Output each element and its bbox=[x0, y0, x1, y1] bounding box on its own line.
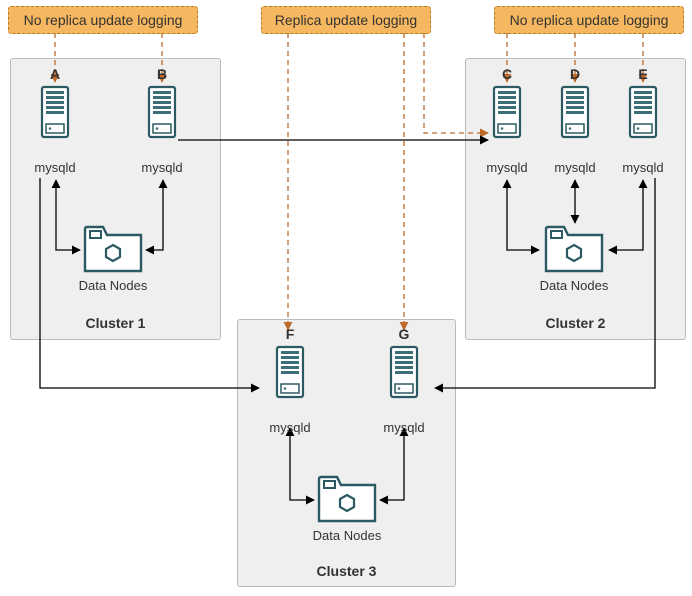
server-C-letter: C bbox=[490, 66, 524, 82]
server-D-letter: D bbox=[558, 66, 592, 82]
arrow-F-datanodes bbox=[290, 428, 314, 500]
server-G-process: mysqld bbox=[377, 420, 431, 435]
arrow-E-datanodes bbox=[609, 180, 643, 250]
server-F-process: mysqld bbox=[263, 420, 317, 435]
arrow-B-datanodes bbox=[146, 180, 163, 250]
server-D-icon bbox=[561, 86, 589, 138]
arrow-A-datanodes bbox=[56, 180, 80, 250]
server-C-process: mysqld bbox=[480, 160, 534, 175]
server-A-process: mysqld bbox=[28, 160, 82, 175]
server-D-process: mysqld bbox=[548, 160, 602, 175]
cluster-1-datanodes-icon bbox=[83, 225, 143, 273]
server-E-letter: E bbox=[626, 66, 660, 82]
server-B-icon bbox=[148, 86, 176, 138]
cluster-2-datanodes-label: Data Nodes bbox=[531, 278, 617, 293]
server-F-icon bbox=[276, 346, 304, 398]
server-G-letter: G bbox=[387, 326, 421, 342]
server-B-letter: B bbox=[145, 66, 179, 82]
server-A-letter: A bbox=[38, 66, 72, 82]
server-G-icon bbox=[390, 346, 418, 398]
server-B-process: mysqld bbox=[135, 160, 189, 175]
diagram-canvas: No replica update logging Replica update… bbox=[0, 0, 692, 596]
cluster-3-datanodes-label: Data Nodes bbox=[304, 528, 390, 543]
cluster-1-datanodes-label: Data Nodes bbox=[70, 278, 156, 293]
server-C-icon bbox=[493, 86, 521, 138]
server-E-process: mysqld bbox=[616, 160, 670, 175]
server-F-letter: F bbox=[273, 326, 307, 342]
arrow-annot-center-to-C bbox=[424, 33, 488, 133]
server-A-icon bbox=[41, 86, 69, 138]
server-E-icon bbox=[629, 86, 657, 138]
cluster-3-datanodes-icon bbox=[317, 475, 377, 523]
arrow-C-datanodes bbox=[507, 180, 539, 250]
arrow-G-datanodes bbox=[380, 428, 404, 500]
cluster-2-datanodes-icon bbox=[544, 225, 604, 273]
